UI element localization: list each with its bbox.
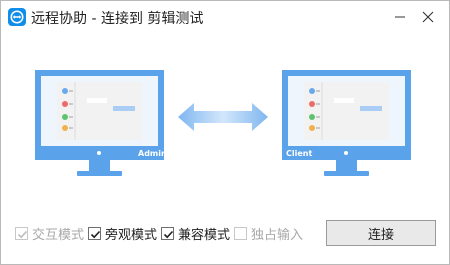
remote-assist-window: 远程协助 - 连接到 剪辑测试 Admin Client 交互模式 旁观模式 兼… xyxy=(0,0,450,265)
checkmark-icon xyxy=(163,230,174,238)
checkbox-label: 交互模式 xyxy=(32,227,85,243)
checkmark-icon xyxy=(17,230,28,238)
client-monitor-icon: Client xyxy=(282,70,411,176)
compatibility-mode-checkbox[interactable]: 兼容模式 xyxy=(161,225,231,243)
exclusive-input-checkbox[interactable]: 独占输入 xyxy=(234,225,304,243)
checkmark-icon xyxy=(90,230,101,238)
checkbox-label: 兼容模式 xyxy=(178,227,231,243)
client-monitor-label: Client xyxy=(286,149,312,158)
admin-monitor-icon: Admin xyxy=(35,70,167,176)
checkbox-box xyxy=(234,226,247,240)
minimize-button[interactable] xyxy=(390,7,410,27)
double-arrow-icon xyxy=(178,103,268,131)
close-button[interactable] xyxy=(418,7,438,27)
title-bar[interactable]: 远程协助 - 连接到 剪辑测试 xyxy=(1,1,449,34)
minimize-icon xyxy=(395,16,405,18)
teamviewer-logo-icon xyxy=(8,8,26,26)
checkbox-label: 独占输入 xyxy=(251,227,304,243)
connect-button[interactable]: 连接 xyxy=(326,220,436,246)
checkbox-box xyxy=(88,226,101,240)
close-icon xyxy=(422,11,434,23)
interactive-mode-checkbox[interactable]: 交互模式 xyxy=(15,225,85,243)
checkbox-box xyxy=(15,226,28,240)
admin-monitor-label: Admin xyxy=(138,149,167,158)
window-title: 远程协助 - 连接到 剪辑测试 xyxy=(31,11,204,27)
checkbox-label: 旁观模式 xyxy=(105,227,158,243)
connection-illustration: Admin Client xyxy=(1,34,449,214)
checkbox-box xyxy=(161,226,174,240)
spectator-mode-checkbox[interactable]: 旁观模式 xyxy=(88,225,158,243)
